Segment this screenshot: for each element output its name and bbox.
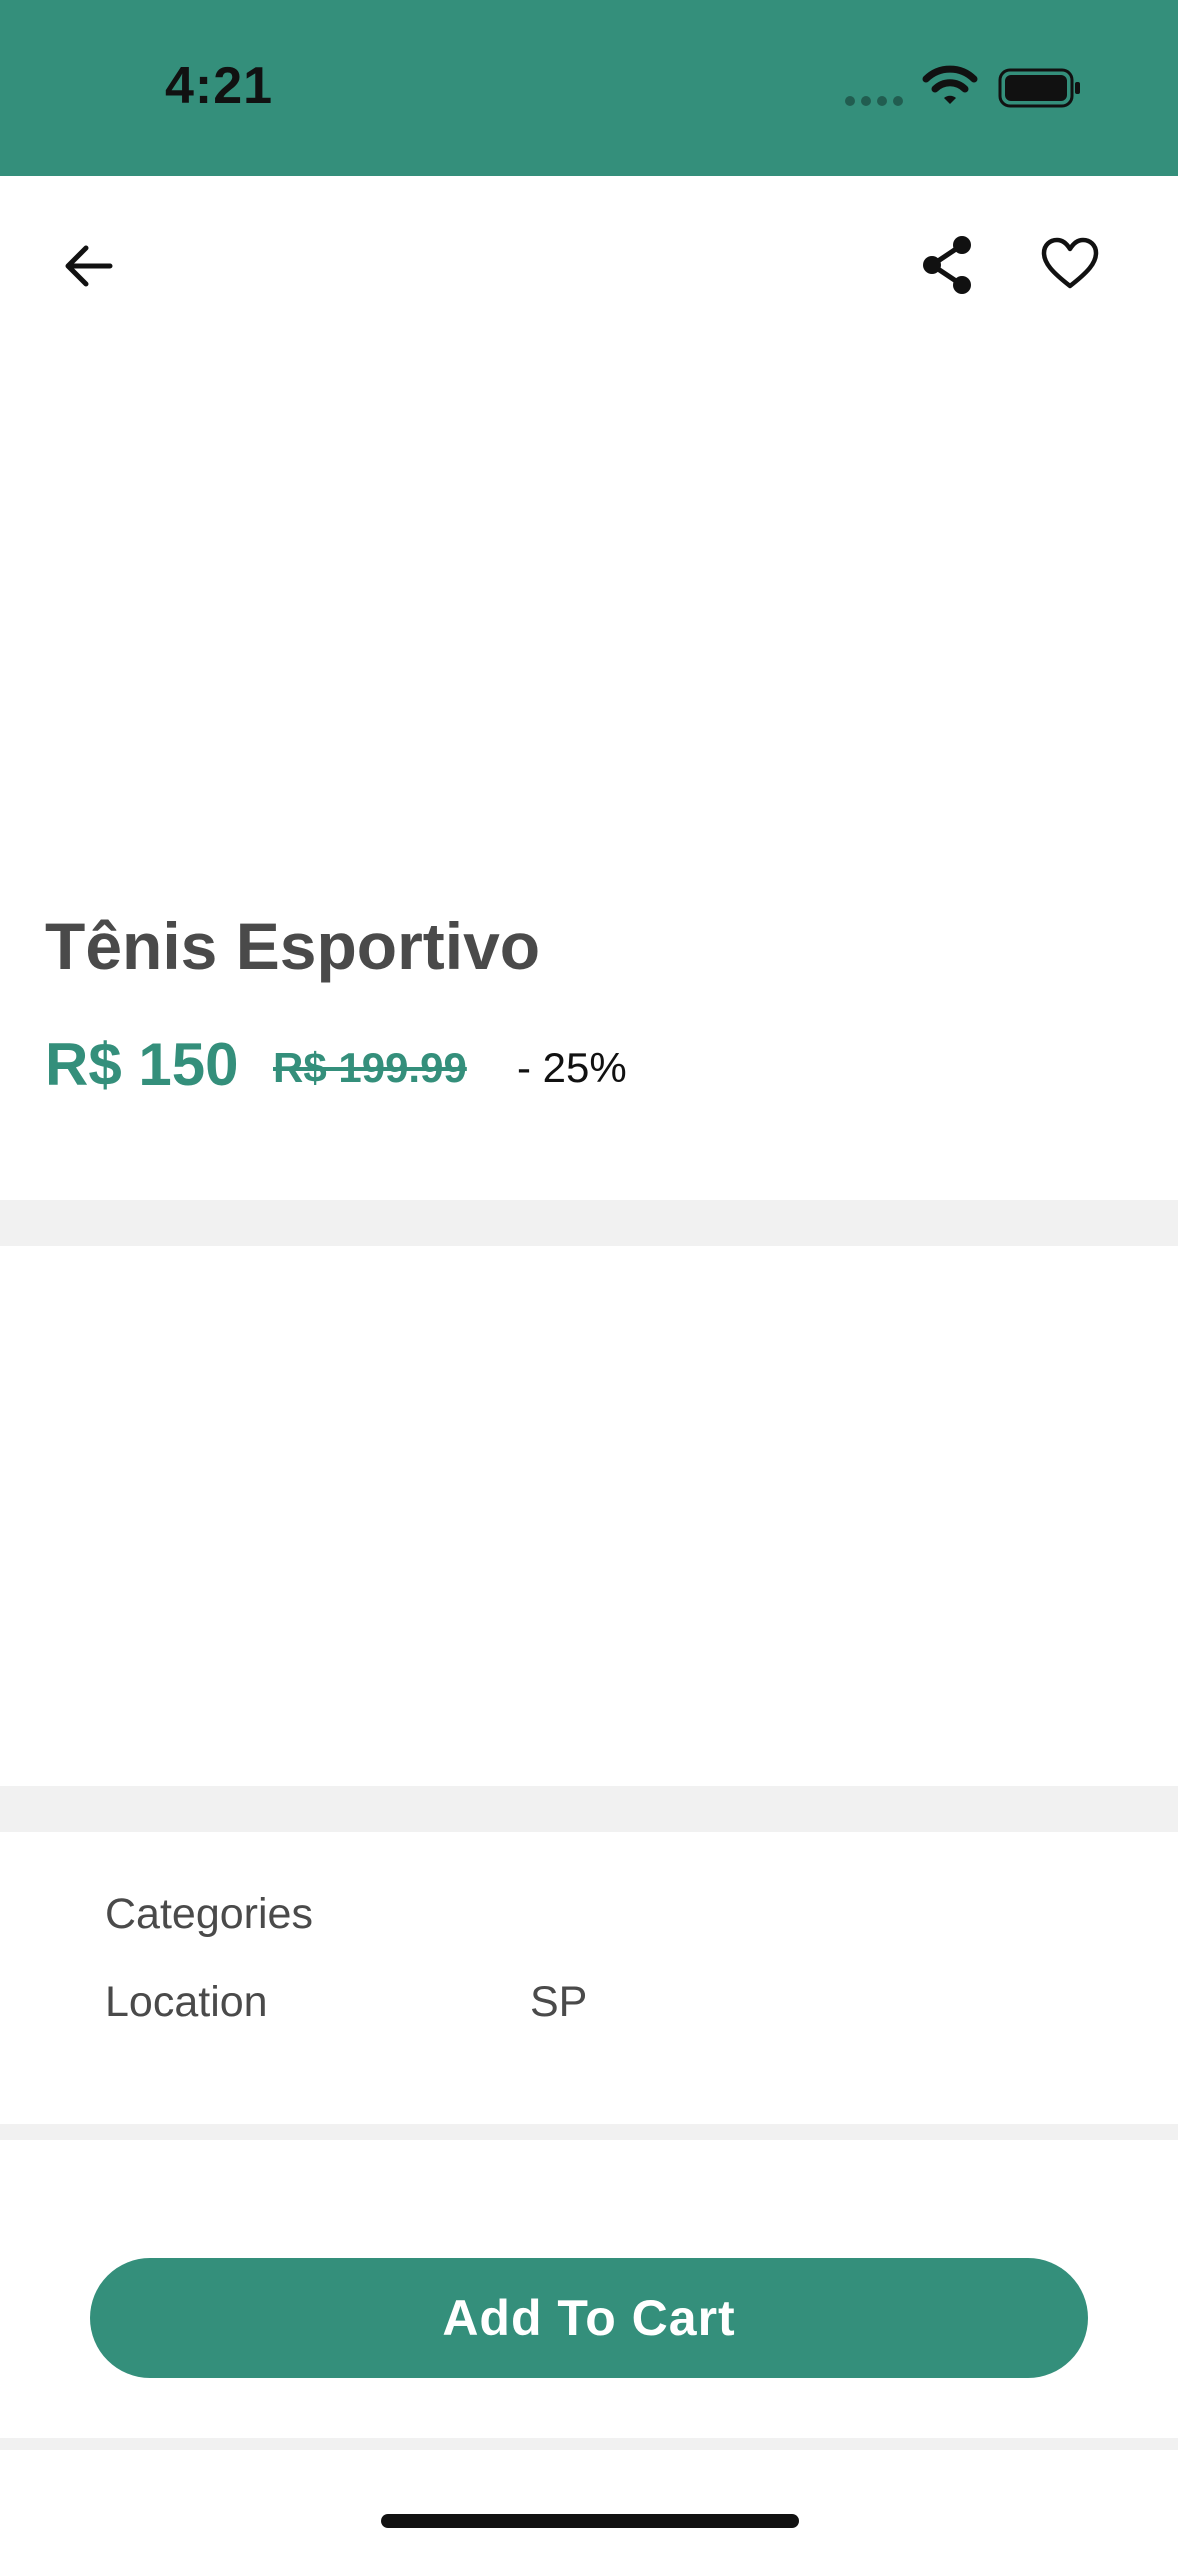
discount-badge: - 25%	[517, 1044, 627, 1091]
status-bar: 4:21	[0, 0, 1178, 176]
location-label: Location	[105, 1978, 268, 2026]
top-bar	[0, 176, 1178, 356]
home-indicator	[381, 2514, 799, 2528]
location-value: SP	[530, 1978, 588, 2026]
current-price: R$ 150	[45, 1031, 239, 1098]
product-title: Tênis Esportivo	[45, 909, 541, 983]
categories-label: Categories	[105, 1890, 313, 1938]
back-arrow-icon[interactable]	[58, 236, 118, 296]
add-to-cart-button[interactable]: Add To Cart	[90, 2258, 1088, 2378]
section-divider	[0, 2438, 1178, 2450]
section-divider	[0, 1200, 1178, 1246]
battery-icon	[998, 68, 1080, 108]
section-divider	[0, 1786, 1178, 1832]
section-divider	[0, 2124, 1178, 2140]
share-icon[interactable]	[918, 232, 976, 298]
product-image	[0, 356, 1178, 856]
status-time: 4:21	[165, 57, 274, 115]
original-price: R$ 199.99	[273, 1044, 467, 1091]
wifi-icon	[922, 65, 978, 104]
heart-icon[interactable]	[1040, 236, 1100, 292]
signal-dots-icon	[845, 96, 903, 106]
description-section	[0, 1246, 1178, 1786]
details-section: Categories Location SP	[0, 1832, 1178, 2124]
